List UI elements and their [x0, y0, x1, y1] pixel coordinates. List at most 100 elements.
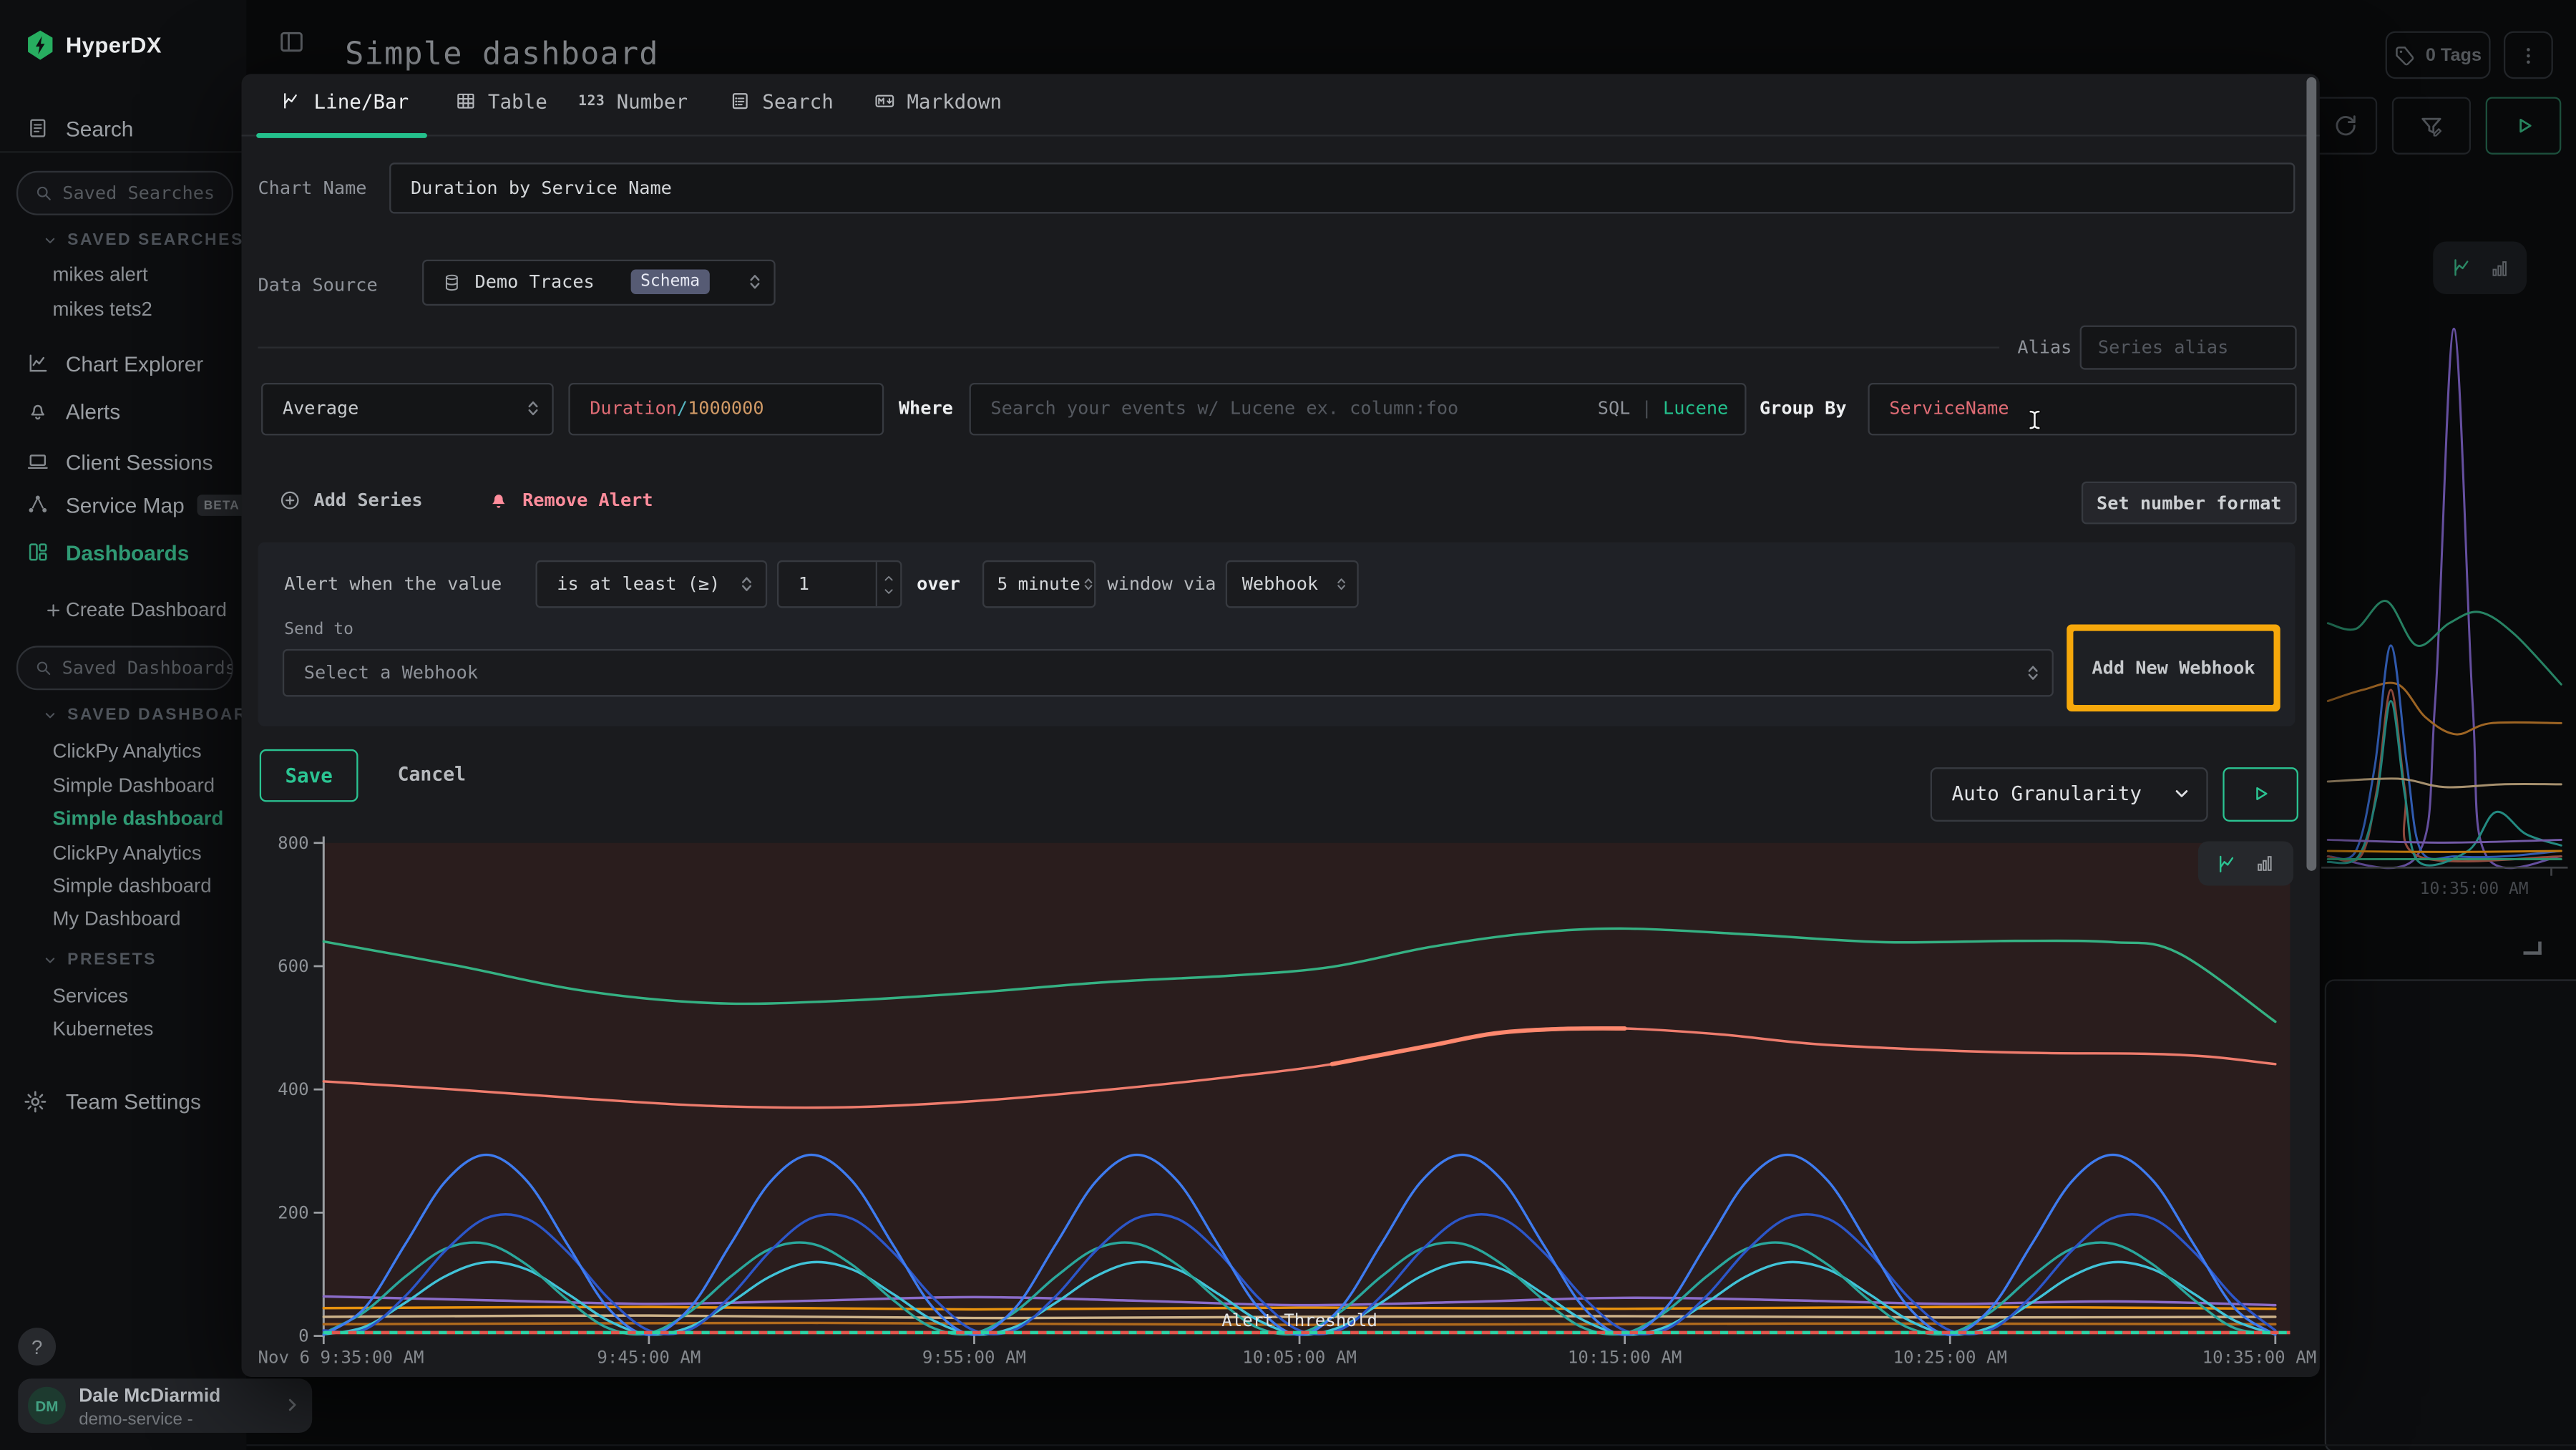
sidebar-item-team-settings[interactable]: Team Settings	[0, 1079, 246, 1122]
chevron-down-icon	[43, 952, 58, 967]
dashboard-item[interactable]: ClickPy Analytics	[52, 739, 201, 762]
alert-window-select[interactable]: 5 minute	[982, 560, 1096, 608]
refresh-icon	[2333, 113, 2357, 137]
bar-chart-icon	[2254, 853, 2275, 875]
user-subtitle: demo-service -	[79, 1409, 192, 1429]
more-menu-button[interactable]	[2504, 31, 2553, 79]
dashboards-icon	[26, 540, 49, 563]
tab-number[interactable]: 123 Number	[578, 89, 688, 112]
svg-text:600: 600	[278, 955, 309, 975]
help-button[interactable]: ?	[18, 1328, 56, 1366]
number-stepper[interactable]	[876, 562, 900, 606]
where-search-input[interactable]: Search your events w/ Lucene ex. column:…	[970, 383, 1747, 434]
filter-button[interactable]	[2392, 97, 2471, 154]
chart-name-input[interactable]: Duration by Service Name	[389, 162, 2295, 213]
saved-searches-input[interactable]: Saved Searches	[16, 171, 233, 215]
search-list-icon	[729, 90, 751, 112]
add-series-button[interactable]: Add Series	[279, 489, 422, 510]
sidebar: HyperDX Search Saved Searches SAVED SEAR…	[0, 0, 246, 1450]
schema-badge: Schema	[630, 270, 709, 294]
search-logs-icon	[26, 117, 49, 140]
presets-header[interactable]: PRESETS	[43, 950, 157, 968]
add-new-webhook-button[interactable]: Add New Webhook	[2073, 630, 2273, 704]
chart-type-toggle[interactable]	[2198, 842, 2293, 886]
preview-run-button[interactable]	[2223, 767, 2298, 821]
svg-text:10:35:00 AM: 10:35:00 AM	[2420, 880, 2529, 898]
markdown-icon	[874, 90, 895, 112]
text-cursor-icon	[2022, 404, 2046, 435]
stepper-down-icon	[882, 584, 895, 597]
expression-input[interactable]: Duration/1000000	[568, 383, 884, 434]
sidebar-collapse-button[interactable]	[271, 21, 311, 61]
saved-search-item[interactable]: mikes tets2	[52, 298, 152, 321]
alert-threshold-input[interactable]: 1	[777, 560, 902, 608]
bell-icon	[26, 399, 49, 422]
run-query-button[interactable]	[2486, 97, 2562, 154]
tags-button[interactable]: 0 Tags	[2386, 31, 2491, 79]
bg-chart-type-toggle[interactable]	[2433, 241, 2527, 293]
sidebar-item-alerts[interactable]: Alerts	[0, 389, 246, 432]
hyperdx-logo-icon	[26, 29, 54, 61]
dashboard-item[interactable]: My Dashboard	[52, 907, 180, 930]
svg-text:0: 0	[298, 1325, 309, 1345]
tab-markdown[interactable]: Markdown	[874, 89, 1002, 112]
dashboard-item[interactable]: Simple Dashboard	[52, 773, 215, 796]
over-label: over	[917, 573, 960, 594]
refresh-button[interactable]	[2313, 97, 2378, 154]
alert-channel-select[interactable]: Webhook	[1226, 560, 1359, 608]
select-chevrons-icon	[524, 399, 542, 417]
sidebar-item-dashboards[interactable]: Dashboards	[0, 531, 246, 574]
stepper-up-icon	[882, 571, 895, 584]
aggregation-select[interactable]: Average	[261, 383, 554, 434]
chevron-down-icon	[43, 709, 58, 724]
line-chart-icon	[2450, 256, 2473, 279]
saved-searches-header[interactable]: SAVED SEARCHES	[43, 232, 244, 250]
resize-handle[interactable]	[2524, 942, 2542, 955]
sidebar-item-chart-explorer[interactable]: Chart Explorer	[0, 342, 246, 385]
alert-when-label: Alert when the value	[284, 573, 502, 594]
window-via-label: window via	[1107, 573, 1216, 594]
chevron-down-icon	[43, 233, 58, 248]
alert-comparator-select[interactable]: is at least (≥)	[535, 560, 767, 608]
user-menu[interactable]: DM Dale McDiarmid demo-service -	[18, 1378, 312, 1433]
lucene-mode-toggle[interactable]: Lucene	[1663, 398, 1728, 419]
play-icon	[2249, 782, 2272, 805]
kebab-menu-icon	[2517, 44, 2540, 67]
select-chevrons-icon	[1080, 575, 1096, 593]
create-dashboard-button[interactable]: Create Dashboard	[0, 588, 246, 631]
dashboard-item[interactable]: ClickPy Analytics	[52, 840, 201, 863]
sql-mode-toggle[interactable]: SQL	[1598, 398, 1631, 419]
user-name: Dale McDiarmid	[79, 1386, 220, 1406]
tab-search[interactable]: Search	[729, 89, 833, 112]
hyperdx-app: Simple dashboard 0 Tags 10:35:00 AM Hype…	[0, 0, 2576, 1450]
active-tab-underline	[256, 132, 427, 137]
modal-scrollbar[interactable]	[2306, 77, 2316, 870]
preset-item[interactable]: Kubernetes	[52, 1016, 153, 1039]
preset-item[interactable]: Services	[52, 983, 128, 1006]
save-button[interactable]: Save	[260, 749, 358, 802]
background-dashboard-chart: 10:35:00 AM	[2318, 279, 2576, 936]
set-number-format-button[interactable]: Set number format	[2082, 482, 2297, 525]
select-chevrons-icon	[1334, 575, 1349, 593]
tab-table[interactable]: Table	[455, 89, 547, 112]
saved-dashboards-input[interactable]: Saved Dashboards	[16, 646, 233, 690]
saved-search-item[interactable]: mikes alert	[52, 263, 147, 286]
beta-badge: BETA	[197, 495, 247, 516]
dashboard-item-active[interactable]: Simple dashboard	[52, 807, 223, 829]
cancel-button[interactable]: Cancel	[398, 762, 466, 784]
remove-alert-button[interactable]: Remove Alert	[488, 489, 653, 510]
add-webhook-highlight: Add New Webhook	[2067, 623, 2280, 711]
select-chevrons-icon	[746, 273, 763, 291]
saved-dashboards-header[interactable]: SAVED DASHBOARDS	[43, 706, 274, 724]
sidebar-item-search[interactable]: Search	[0, 107, 246, 150]
webhook-select[interactable]: Select a Webhook	[283, 648, 2054, 696]
dashboard-item[interactable]: Simple dashboard	[52, 873, 211, 896]
tab-line-bar[interactable]: Line/Bar	[281, 89, 409, 112]
brand[interactable]: HyperDX	[26, 29, 162, 61]
tag-icon	[2394, 44, 2416, 66]
data-source-select[interactable]: Demo Traces Schema	[422, 259, 776, 305]
alias-input[interactable]: Series alias	[2080, 324, 2297, 369]
granularity-select[interactable]: Auto Granularity	[1931, 767, 2208, 821]
sidebar-item-client-sessions[interactable]: Client Sessions	[0, 440, 246, 483]
group-by-input[interactable]: ServiceName	[1868, 383, 2296, 434]
